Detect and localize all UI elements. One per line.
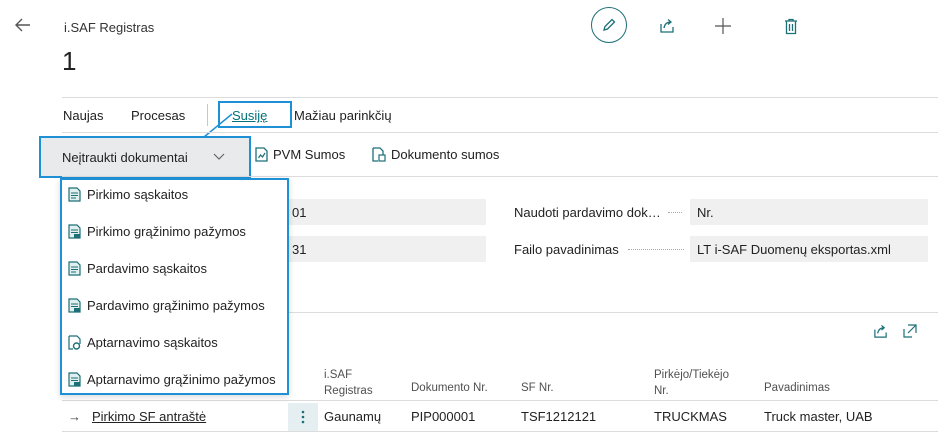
pvm-sumos-label: PVM Sumos bbox=[273, 147, 346, 162]
document-return-icon bbox=[68, 298, 81, 313]
menu-item-aptarnavimo-saskaitos[interactable]: Aptarnavimo sąskaitos bbox=[68, 335, 218, 350]
row-sf-nr: TSF1212121 bbox=[521, 409, 597, 424]
chevron-down-icon bbox=[213, 153, 225, 160]
row-registras: Gaunamų bbox=[324, 409, 382, 424]
service-document-icon bbox=[68, 335, 81, 350]
failo-value: LT i-SAF Duomenų eksportas.xml bbox=[697, 242, 891, 257]
document-icon bbox=[68, 187, 81, 202]
lines-share-button[interactable] bbox=[868, 319, 892, 343]
grid-row-divider bbox=[62, 431, 938, 432]
menu-item-pardavimo-grazinimo-pazymos[interactable]: Pardavimo grąžinimo pažymos bbox=[68, 298, 265, 313]
col-header-sf-nr: SF Nr. bbox=[521, 382, 554, 394]
row-indicator-arrow: → bbox=[68, 409, 81, 424]
failo-dots bbox=[628, 249, 684, 250]
row-pavadinimas: Truck master, UAB bbox=[764, 409, 873, 424]
pvm-sumos-button[interactable]: PVM Sumos bbox=[255, 147, 345, 162]
row-pirkejo-nr-link[interactable]: TRUCKMAS bbox=[654, 409, 727, 424]
share-icon bbox=[873, 324, 887, 338]
more-vertical-icon bbox=[301, 410, 305, 424]
menu-item-pirkimo-grazinimo-pazymos[interactable]: Pirkimo grąžinimo pažymos bbox=[68, 224, 246, 239]
tabs-divider bbox=[62, 132, 938, 133]
menu-item-pirkimo-saskaitos[interactable]: Pirkimo sąskaitos bbox=[68, 187, 188, 202]
actions-divider bbox=[62, 176, 938, 177]
col-header-pirkejo-nr: Pirkėjo/Tiekėjo Nr. bbox=[654, 369, 729, 397]
row-name-link[interactable]: Pirkimo SF antraštė bbox=[92, 409, 206, 424]
lines-expand-button[interactable] bbox=[898, 319, 922, 343]
field-left-2[interactable] bbox=[286, 236, 486, 262]
field-left-2-value: 31 bbox=[292, 242, 307, 257]
dokumento-sumos-label: Dokumento sumos bbox=[391, 147, 500, 162]
doc-sum-icon bbox=[372, 147, 386, 162]
row-dokumento-nr: PIP000001 bbox=[411, 409, 476, 424]
document-return-icon bbox=[68, 224, 81, 239]
expand-icon bbox=[903, 324, 917, 338]
failo-label: Failo pavadinimas bbox=[514, 242, 619, 257]
row-menu-button[interactable] bbox=[288, 403, 318, 431]
field-left-1-value: 01 bbox=[292, 205, 307, 220]
document-icon bbox=[68, 261, 81, 276]
dokumento-sumos-button[interactable]: Dokumento sumos bbox=[372, 147, 499, 162]
naudoti-value: Nr. bbox=[697, 205, 714, 220]
col-header-dokumento-nr: Dokumento Nr. bbox=[411, 382, 488, 394]
chart-doc-icon bbox=[255, 147, 268, 162]
document-return-icon bbox=[68, 372, 81, 387]
grid-header-divider bbox=[62, 400, 938, 401]
menu-item-pardavimo-saskaitos[interactable]: Pardavimo sąskaitos bbox=[68, 261, 207, 276]
menu-item-aptarnavimo-grazinimo-pazymos[interactable]: Aptarnavimo grąžinimo pažymos bbox=[68, 372, 276, 387]
naudoti-label: Naudoti pardavimo dok… bbox=[514, 205, 661, 220]
nejtraukti-dropdown-menu: Pirkimo sąskaitos Pirkimo grąžinimo pažy… bbox=[60, 178, 289, 395]
nejtraukti-dokumentai-label: Neįtraukti dokumentai bbox=[62, 150, 188, 165]
col-header-registras: i.SAF Registras bbox=[324, 369, 373, 397]
col-header-pavadinimas: Pavadinimas bbox=[764, 382, 830, 394]
field-left-1[interactable] bbox=[286, 199, 486, 225]
naudoti-field[interactable] bbox=[690, 199, 928, 225]
naudoti-dots bbox=[668, 212, 682, 213]
